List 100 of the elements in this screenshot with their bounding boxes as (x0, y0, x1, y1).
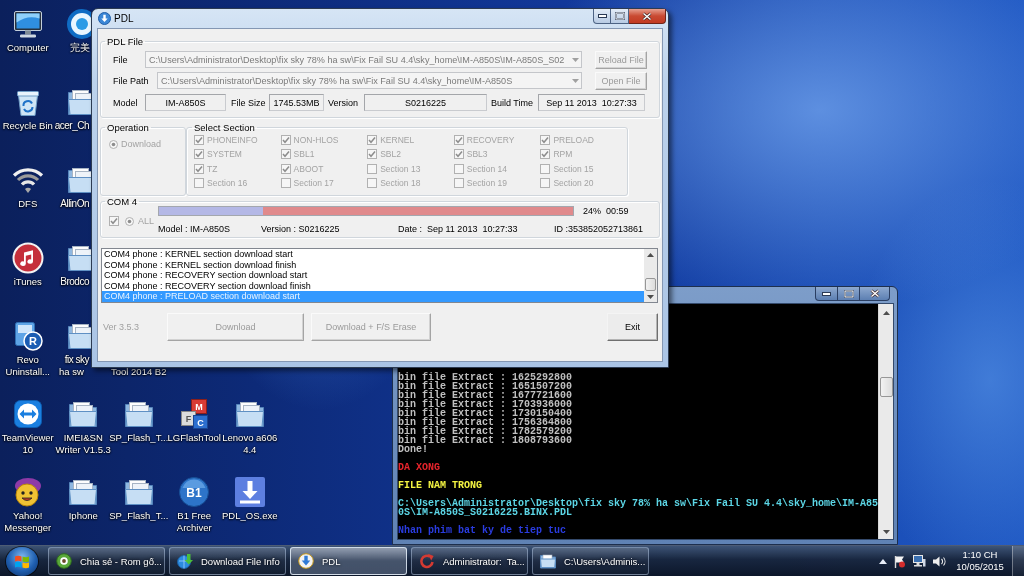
log-line[interactable]: COM4 phone : RECOVERY section download start (102, 270, 644, 281)
console-text-line: bin file Extract : 1651507200 (398, 382, 574, 391)
taskbar-button[interactable]: Administrator: Ta... (411, 547, 528, 575)
minimize-icon (822, 291, 831, 296)
taskbar-button[interactable]: PDL (290, 547, 407, 575)
close-button[interactable] (860, 287, 890, 301)
field-label: File (113, 54, 129, 65)
shortcut-label[interactable]: acer_Ch (54, 120, 89, 132)
download-icon[interactable] (233, 476, 266, 508)
shortcut-label[interactable]: SP_Flash_T... (109, 432, 169, 444)
maximize-button[interactable] (611, 9, 629, 24)
maximize-button[interactable] (838, 287, 860, 301)
console-text-line: C:\Users\Administrator\Desktop\fix sky 78% ha sw\Fix Fail SU 4.4\sky_home\IM-A85 (398, 499, 878, 508)
folder-icon (540, 553, 556, 569)
show-desktop-button[interactable] (1012, 546, 1024, 576)
window-title: PDL (114, 13, 134, 24)
scroll-down-arrow-icon[interactable] (647, 294, 654, 299)
console-text-line: DA XONG (398, 463, 441, 472)
globe-arrow-icon (177, 553, 193, 569)
network-icon[interactable] (913, 555, 926, 567)
console-text-line: bin file Extract : 1677721600 (398, 391, 574, 400)
shortcut-label[interactable]: IMEI&SN Writer V1.5.3 (55, 432, 111, 456)
console-text-line: FILE NAM TRONG (398, 481, 483, 490)
music-note-icon[interactable] (11, 242, 44, 274)
field-label: Version (328, 97, 360, 108)
shortcut-label[interactable]: 完美 (54, 42, 89, 54)
scrollbar[interactable] (878, 304, 893, 539)
shortcut-label[interactable]: LGFlashTool (167, 432, 221, 444)
minimize-button[interactable] (593, 9, 611, 24)
shortcut-label[interactable]: B1 Free Archiver (176, 510, 212, 534)
field-label: File Size (231, 97, 267, 108)
flag-icon[interactable] (894, 554, 906, 568)
console-text-line: Done! (398, 445, 429, 454)
console-text-line: bin file Extract : 1808793600 (398, 436, 574, 445)
shortcut-label[interactable]: iTunes (13, 276, 42, 288)
download-arrow-icon (298, 553, 314, 569)
shortcut-label[interactable]: DFS (18, 198, 38, 210)
group-title: COM 4 (106, 196, 139, 207)
console-text-line: bin file Extract : 1703936000 (398, 400, 574, 409)
taskbar-button[interactable]: Chia sẻ - Rom gố... (48, 547, 165, 575)
scrollbar-thumb[interactable] (645, 278, 656, 291)
field-label: Build Time (491, 97, 535, 108)
scrollbar[interactable] (644, 249, 657, 302)
shortcut-label[interactable]: Computer (6, 42, 49, 54)
scroll-down-arrow-icon[interactable] (882, 529, 890, 534)
minimize-icon (597, 14, 607, 18)
minimize-button[interactable] (815, 287, 838, 301)
log-list[interactable] (101, 248, 658, 303)
tray-expand-icon[interactable] (879, 558, 887, 564)
shortcut-label[interactable]: fix sky ha sw (54, 354, 89, 378)
shortcut-label[interactable]: Lenovo a606 4.4 (222, 432, 278, 456)
shortcut-label[interactable]: Revo Uninstall... (5, 354, 50, 378)
shortcut-label[interactable]: Brodco (54, 276, 89, 288)
console-text-line: Nhan phim bat ky de tiep tuc (398, 526, 568, 535)
progress-reading: 24% 00:59 (583, 206, 629, 216)
start-button[interactable] (6, 546, 38, 576)
console-text-line: bin file Extract : 1782579200 (398, 427, 574, 436)
computer-icon[interactable] (11, 8, 44, 40)
download-arrow-icon (98, 12, 111, 25)
log-line[interactable]: COM4 phone : RECOVERY section download finish (102, 280, 644, 292)
scrollbar-thumb[interactable] (879, 377, 893, 397)
letter-disc-icon[interactable]: B1 (178, 476, 211, 508)
close-icon (869, 289, 880, 298)
close-button[interactable] (629, 9, 666, 24)
exit-button[interactable]: Exit (607, 313, 658, 341)
group-title: Operation (106, 122, 150, 133)
shortcut-label[interactable]: Yahoo! Messenger (4, 510, 52, 534)
ring-logo-icon (56, 553, 72, 569)
log-line[interactable]: COM4 phone : KERNEL section download start (102, 249, 644, 260)
scroll-up-arrow-icon[interactable] (882, 310, 890, 315)
speaker-icon[interactable] (933, 555, 946, 567)
group-title: PDL File (106, 36, 145, 47)
shortcut-label[interactable]: Iphone (68, 510, 98, 522)
version-label: Ver 3.5.3 (103, 322, 141, 332)
scroll-up-arrow-icon[interactable] (647, 252, 654, 257)
device-info-text: Date : Sep 11 2013 10:27:33 (398, 224, 519, 235)
console-text-line: 0S\IM-A850S_S0216225.BINX.PDL (398, 508, 573, 517)
file-size-field: 1745.53MB (269, 94, 324, 111)
console-text-line: bin file Extract : 1756364800 (398, 418, 574, 427)
taskbar-clock[interactable]: 1:10 CH 10/05/2015 (955, 548, 1005, 574)
shortcut-label[interactable]: SP_Flash_T... (109, 510, 169, 522)
shortcut-label[interactable]: TeamViewer 10 (1, 432, 54, 456)
dropdown-arrow-icon (571, 78, 579, 83)
close-icon (642, 11, 652, 21)
circular-arrow-icon (419, 553, 435, 569)
shortcut-label[interactable]: Tool 2014 B2 (111, 366, 167, 378)
dropdown-arrow-icon (571, 57, 579, 62)
console-text-line: bin file Extract : 1625292800 (398, 373, 574, 382)
windows-logo-icon (14, 553, 30, 569)
device-info-text: ID :353852052713861 (554, 224, 644, 235)
shortcut-label[interactable]: PDL_OS.exe (222, 510, 278, 522)
field-label: Model (113, 97, 139, 108)
model-field: IM-A850S (145, 94, 226, 111)
taskbar-button[interactable]: Download File Info (169, 547, 286, 575)
taskbar-button[interactable]: C:\Users\Adminis... (532, 547, 649, 575)
shortcut-label[interactable]: AllinOn (54, 198, 89, 210)
maximize-icon (843, 289, 854, 298)
log-line[interactable]: COM4 phone : KERNEL section download finish (102, 259, 644, 271)
shortcut-label[interactable]: Recycle Bin (2, 120, 53, 132)
group-title: Select Section (193, 122, 256, 133)
